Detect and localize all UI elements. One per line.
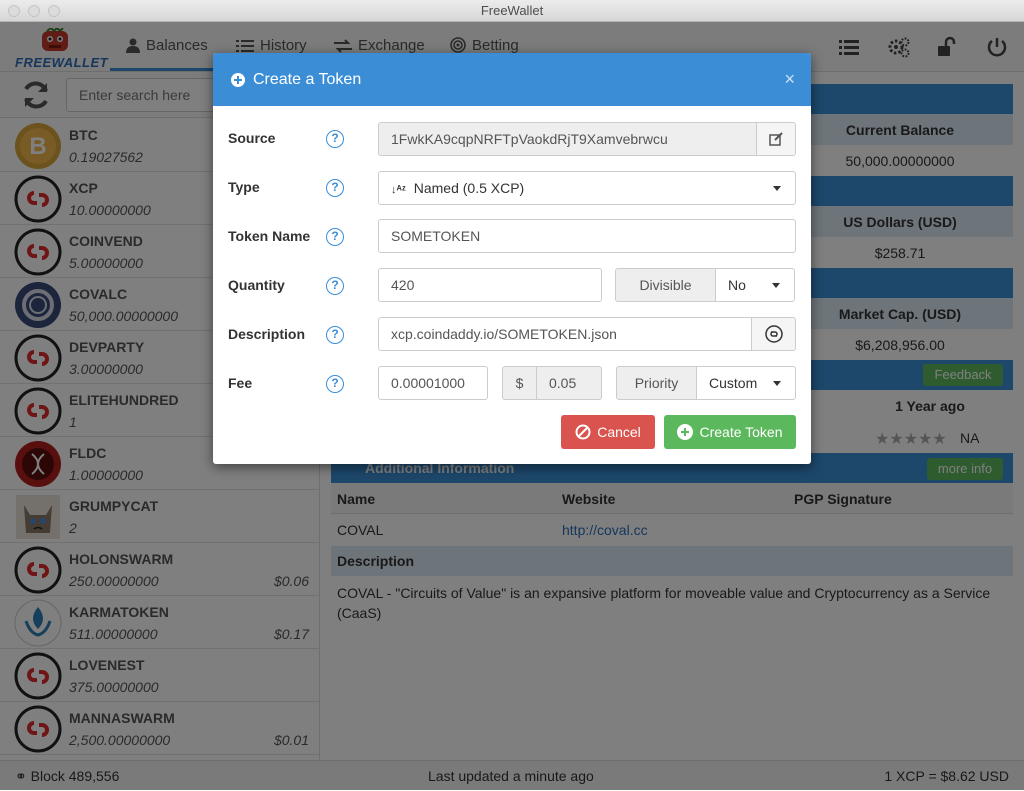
create-token-button[interactable]: Create Token xyxy=(664,415,796,449)
help-icon[interactable]: ? xyxy=(326,326,344,344)
divisible-select-value: No xyxy=(728,277,746,293)
help-icon[interactable]: ? xyxy=(326,179,344,197)
source-label: Source xyxy=(228,130,276,146)
window-titlebar: FreeWallet xyxy=(0,0,1024,22)
quantity-label: Quantity xyxy=(228,277,285,293)
edit-icon xyxy=(769,132,783,146)
fee-input[interactable]: 0.00001000 xyxy=(378,366,488,400)
type-select[interactable]: ↓ᴬᶻ Named (0.5 XCP) xyxy=(378,171,796,205)
type-label: Type xyxy=(228,179,260,195)
close-icon[interactable]: × xyxy=(784,53,795,106)
edit-source-button[interactable] xyxy=(756,122,796,156)
help-icon[interactable]: ? xyxy=(326,130,344,148)
minimize-window-button[interactable] xyxy=(28,5,40,17)
quantity-input[interactable]: 420 xyxy=(378,268,602,302)
plus-circle-icon xyxy=(231,73,245,87)
chain-link-icon xyxy=(764,325,783,343)
help-icon[interactable]: ? xyxy=(326,375,344,393)
zoom-window-button[interactable] xyxy=(48,5,60,17)
chevron-down-icon xyxy=(772,283,780,288)
fee-label: Fee xyxy=(228,375,253,391)
source-address-field[interactable]: 1FwkKA9cqpNRFTpVaokdRjT9Xamvebrwcu xyxy=(378,122,757,156)
token-name-label: Token Name xyxy=(228,228,311,244)
window-title: FreeWallet xyxy=(480,3,544,18)
fee-usd-field: 0.05 xyxy=(536,366,602,400)
currency-addon: $ xyxy=(502,366,537,400)
type-select-value: Named (0.5 XCP) xyxy=(413,180,525,196)
dialog-header: Create a Token × xyxy=(213,53,811,106)
description-input[interactable]: xcp.coindaddy.io/SOMETOKEN.json xyxy=(378,317,752,351)
cancel-button-label: Cancel xyxy=(597,424,641,440)
chevron-down-icon xyxy=(773,381,781,386)
dialog-title: Create a Token xyxy=(253,71,362,88)
priority-select-value: Custom xyxy=(709,375,758,391)
help-icon[interactable]: ? xyxy=(326,277,344,295)
create-token-dialog: Create a Token × Source ? 1FwkKA9cqpNRFT… xyxy=(213,53,811,464)
plus-circle-icon xyxy=(677,424,694,440)
token-name-input[interactable]: SOMETOKEN xyxy=(378,219,796,253)
chevron-down-icon xyxy=(773,186,781,191)
divisible-addon: Divisible xyxy=(615,268,716,302)
description-link-button[interactable] xyxy=(751,317,796,351)
cancel-button[interactable]: Cancel xyxy=(561,415,655,449)
help-icon[interactable]: ? xyxy=(326,228,344,246)
priority-select[interactable]: Custom xyxy=(696,366,796,400)
sort-alpha-icon: ↓ᴬᶻ xyxy=(391,184,406,196)
divisible-select[interactable]: No xyxy=(715,268,795,302)
create-token-button-label: Create Token xyxy=(699,424,783,440)
priority-addon: Priority xyxy=(616,366,697,400)
ban-icon xyxy=(575,424,591,440)
description-field-label: Description xyxy=(228,326,306,342)
close-window-button[interactable] xyxy=(8,5,20,17)
